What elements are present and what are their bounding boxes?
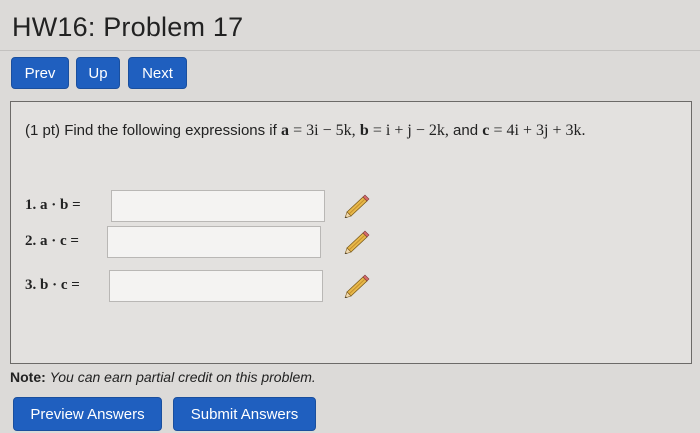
pencil-icon[interactable] xyxy=(341,192,371,219)
note-label: Note: xyxy=(10,369,46,385)
part-2-label: 2. a · c = xyxy=(25,233,79,249)
and-word: and xyxy=(453,122,479,139)
vector-c-expr: = 4i + 3j + 3k. xyxy=(493,122,586,139)
part-2-row: 2. a · c = xyxy=(25,226,385,258)
prev-button[interactable]: Prev xyxy=(11,57,69,89)
vector-a-expr: = 3i − 5k, xyxy=(293,122,356,139)
problem-box: (1 pt) Find the following expressions if… xyxy=(10,101,692,364)
up-button[interactable]: Up xyxy=(76,57,120,89)
problem-statement: (1 pt) Find the following expressions if… xyxy=(25,122,585,140)
note-text: You can earn partial credit on this prob… xyxy=(49,369,316,385)
preview-answers-button[interactable]: Preview Answers xyxy=(13,397,162,431)
vector-a-name: a xyxy=(280,122,289,139)
next-button[interactable]: Next xyxy=(128,57,187,89)
title-divider xyxy=(0,50,700,51)
part-3-answer-input[interactable] xyxy=(109,270,323,302)
part-1-label: 1. a · b = xyxy=(25,197,81,213)
partial-credit-note: Note: You can earn partial credit on thi… xyxy=(10,369,316,385)
prompt-text: Find the following expressions if xyxy=(64,122,277,139)
part-1-answer-input[interactable] xyxy=(111,190,325,222)
pencil-icon[interactable] xyxy=(341,228,371,255)
vector-b-name: b xyxy=(359,122,369,139)
part-3-label: 3. b · c = xyxy=(25,277,80,293)
pencil-icon[interactable] xyxy=(341,272,371,299)
vector-c-name: c xyxy=(482,122,490,139)
vector-b-expr: = i + j − 2k, xyxy=(372,122,449,139)
part-1-row: 1. a · b = xyxy=(25,190,385,222)
part-2-answer-input[interactable] xyxy=(107,226,321,258)
submit-answers-button[interactable]: Submit Answers xyxy=(173,397,316,431)
points-label: (1 pt) xyxy=(25,122,61,139)
part-3-row: 3. b · c = xyxy=(25,270,385,302)
page-title: HW16: Problem 17 xyxy=(12,12,244,42)
